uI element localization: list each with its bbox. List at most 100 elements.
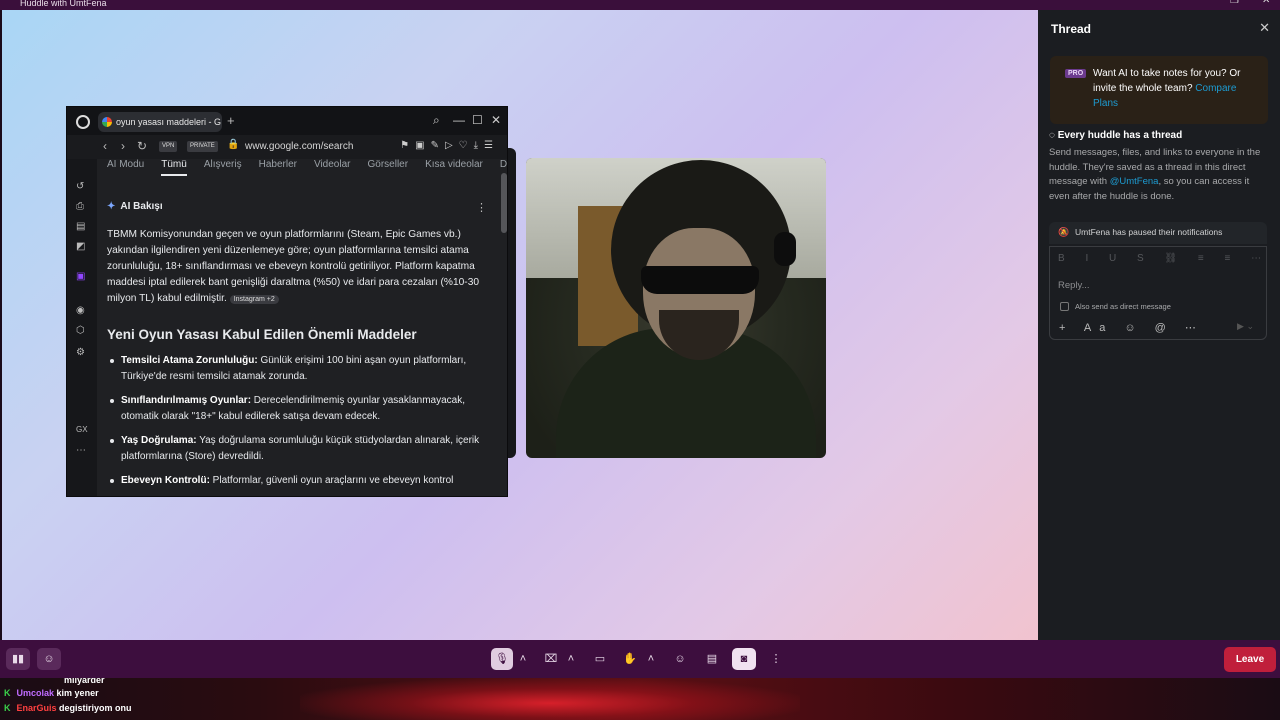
- twitch-icon[interactable]: ▣: [76, 271, 88, 283]
- reload-icon[interactable]: ↻: [137, 139, 147, 153]
- camera-off-icon[interactable]: ⌧: [540, 648, 562, 670]
- raise-hand-icon[interactable]: ✋: [619, 648, 641, 670]
- search-tab-ai-modu[interactable]: AI Modu: [107, 159, 144, 170]
- chat-username: EnarGuis: [16, 703, 57, 713]
- url-field[interactable]: www.google.com/search: [245, 141, 353, 152]
- participants-icon[interactable]: ☺: [37, 648, 61, 670]
- source-chip[interactable]: Instagram +2: [229, 295, 279, 304]
- video-sunglasses: [641, 266, 759, 294]
- search-tab-more[interactable]: Da: [500, 159, 507, 170]
- close-thread-icon[interactable]: ✕: [1259, 20, 1270, 36]
- ai-overview-menu-icon[interactable]: ⋮: [476, 201, 487, 214]
- shared-screen-browser: oyun yasası maddeleri - G + ⌕ — ☐ ✕ ‹ › …: [66, 106, 508, 497]
- overview-paragraph: TBMM Komisyonundan geçen ve oyun platfor…: [107, 229, 480, 304]
- more-icon[interactable]: ⋯: [76, 445, 88, 457]
- browser-tab-bar: oyun yasası maddeleri - G + ⌕ — ☐ ✕: [67, 107, 507, 135]
- thread-icon[interactable]: ◙: [732, 648, 756, 670]
- bell-off-icon: 🔕: [1058, 227, 1070, 237]
- scrollbar[interactable]: [501, 173, 507, 233]
- restore-icon[interactable]: ❐: [1230, 0, 1239, 6]
- notes-icon[interactable]: ▤: [76, 221, 88, 233]
- thread-title: Thread: [1051, 22, 1092, 36]
- kick-icon: K: [4, 703, 11, 713]
- more-options-icon[interactable]: ⋮: [765, 648, 787, 670]
- gx-icon[interactable]: GX: [76, 425, 88, 437]
- maximize-icon[interactable]: ☐: [472, 113, 483, 127]
- microphone-icon[interactable]: 🎙: [491, 648, 513, 670]
- chat-username: Umcolak: [16, 688, 55, 698]
- notes-icon[interactable]: ▤: [701, 648, 723, 670]
- search-tab-videolar[interactable]: Videolar: [314, 159, 351, 170]
- send-icon[interactable]: ▶ ⌄: [1237, 321, 1254, 332]
- print-icon[interactable]: ⎙: [76, 201, 88, 213]
- stats-icon[interactable]: ▮▮: [6, 648, 30, 670]
- user-mention-link[interactable]: @UmtFena: [1110, 176, 1159, 187]
- key-points-list: Temsilci Atama Zorunluluğu: Günlük erişi…: [107, 353, 489, 496]
- messenger-icon[interactable]: ◩: [76, 241, 88, 253]
- chat-message: kim yener: [56, 688, 99, 698]
- results-heading: Yeni Oyun Yasası Kabul Edilen Önemli Mad…: [107, 327, 417, 342]
- ai-promo-banner: PRO Want AI to take notes for you? Or in…: [1050, 56, 1268, 124]
- list-item: Sınıflandırılmamış Oyunlar: Derecelendir…: [107, 393, 489, 425]
- search-tab-tumu[interactable]: Tümü: [161, 159, 187, 176]
- leave-button[interactable]: Leave: [1224, 647, 1276, 672]
- player-icon[interactable]: ◉: [76, 305, 88, 317]
- emoji-icon[interactable]: ☺: [669, 648, 691, 670]
- address-bar: ‹ › ↻ VPN PRIVATE 🔒 www.google.com/searc…: [67, 135, 507, 159]
- share-screen-icon[interactable]: ▭: [589, 648, 611, 670]
- sparkle-icon: ✦: [107, 201, 116, 212]
- google-results: AI Modu Tümü Alışveriş Haberler Videolar Görs…: [97, 159, 507, 496]
- reactions-chevron-icon[interactable]: ˄: [643, 648, 659, 670]
- settings-icon[interactable]: ⚙: [76, 347, 88, 359]
- forward-icon[interactable]: ›: [121, 139, 125, 153]
- toolbar-icons[interactable]: ⚑▣✎▷♡⤓☰: [400, 140, 499, 151]
- reply-input[interactable]: Reply...: [1058, 280, 1090, 291]
- search-icon[interactable]: ⌕: [433, 113, 440, 128]
- ai-overview-text: TBMM Komisyonundan geçen ve oyun platfor…: [107, 227, 489, 308]
- back-icon[interactable]: ‹: [103, 139, 107, 153]
- ai-overview-title: AI Bakışı: [120, 201, 163, 212]
- chat-line: milyarder: [64, 678, 105, 685]
- direct-message-checkbox[interactable]: [1060, 302, 1069, 311]
- camera-options-chevron-icon[interactable]: ˄: [563, 648, 579, 670]
- new-tab-icon[interactable]: +: [227, 113, 235, 128]
- composer-actions[interactable]: + Aa ☺ @ ⋯: [1059, 321, 1204, 334]
- extensions-icon[interactable]: ⬡: [76, 325, 88, 337]
- list-item-title: Yaş Doğrulama:: [121, 435, 197, 446]
- window-title-bar: Huddle with UmtFena ❐ ✕: [0, 0, 1280, 10]
- search-tab-haberler[interactable]: Haberler: [259, 159, 297, 170]
- browser-tab[interactable]: oyun yasası maddeleri - G: [98, 112, 222, 132]
- history-icon[interactable]: ↺: [76, 181, 88, 193]
- search-tab-kisa-videolar[interactable]: Kısa videolar: [425, 159, 483, 170]
- formatting-toolbar[interactable]: B I U S ⛓ ≡ ≡ ⋯: [1058, 253, 1270, 264]
- huddle-thread-heading: ◌ Every huddle has a thread: [1049, 130, 1182, 141]
- list-item-title: Ebeveyn Kontrolü:: [121, 475, 210, 486]
- video-headset-mic: [774, 232, 796, 266]
- ai-overview-header: ✦ AI Bakışı: [107, 201, 163, 212]
- chat-line: K EnarGuis degistiriyom onu: [4, 703, 132, 713]
- close-window-icon[interactable]: ✕: [1262, 0, 1270, 6]
- paused-notification-banner: 🔕 UmtFena has paused their notifications: [1049, 222, 1267, 244]
- search-tabs: AI Modu Tümü Alışveriş Haberler Videolar Görs…: [107, 159, 507, 179]
- list-item-title: Temsilci Atama Zorunluluğu:: [121, 355, 258, 366]
- mic-options-chevron-icon[interactable]: ˄: [515, 648, 531, 670]
- background-glow: [300, 678, 800, 720]
- vpn-badge[interactable]: VPN: [159, 141, 178, 152]
- list-item: Temsilci Atama Zorunluluğu: Günlük erişi…: [107, 353, 489, 385]
- private-badge: PRIVATE: [187, 141, 218, 152]
- thread-panel: Thread ✕ PRO Want AI to take notes for y…: [1038, 10, 1280, 640]
- paused-notice-text: UmtFena has paused their notifications: [1075, 227, 1223, 237]
- opera-logo-icon[interactable]: [76, 115, 90, 129]
- participant-video[interactable]: [526, 158, 826, 458]
- list-item-title: Sınıflandırılmamış Oyunlar:: [121, 395, 252, 406]
- list-item: Ebeveyn Kontrolü: Platformlar, güvenli o…: [107, 473, 489, 489]
- close-icon[interactable]: ✕: [491, 113, 501, 127]
- lock-icon: 🔒: [227, 139, 240, 150]
- stream-chat-overlay: milyarder K Umcolak kim yener K EnarGuis d…: [0, 678, 1280, 720]
- minimize-icon[interactable]: —: [453, 113, 465, 127]
- chat-bubble-icon: ◌: [1049, 130, 1058, 141]
- window-title: Huddle with UmtFena: [20, 0, 107, 8]
- search-tab-alisveris[interactable]: Alışveriş: [204, 159, 242, 170]
- search-tab-gorseller[interactable]: Görseller: [367, 159, 408, 170]
- chat-line: K Umcolak kim yener: [4, 688, 99, 698]
